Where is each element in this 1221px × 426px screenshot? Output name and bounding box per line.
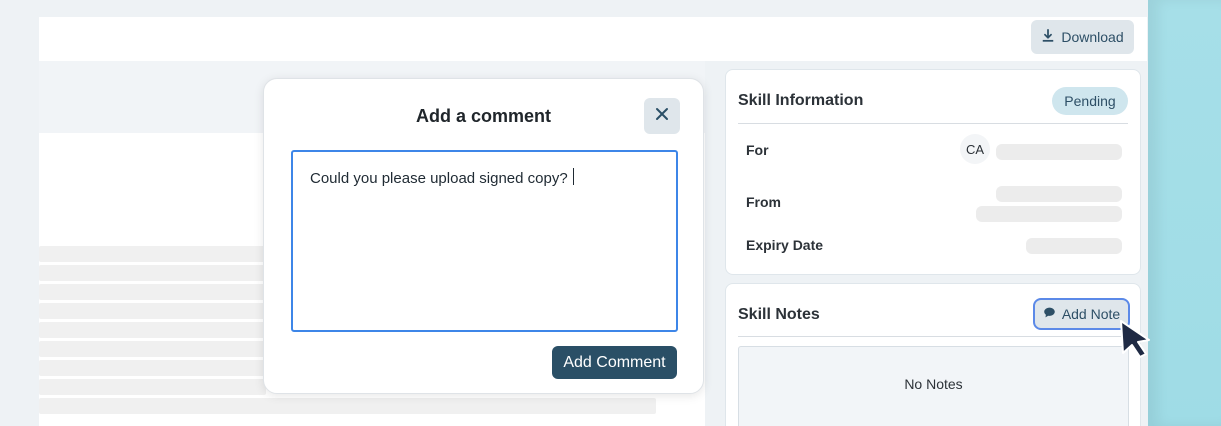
download-button[interactable]: Download	[1031, 20, 1134, 54]
for-label: For	[746, 142, 769, 158]
right-gutter	[1148, 0, 1221, 426]
preview-placeholder-line	[39, 360, 266, 376]
comment-textarea[interactable]: Could you please upload signed copy?	[291, 150, 678, 332]
close-icon	[654, 106, 670, 127]
card-divider	[738, 123, 1128, 124]
from-value-skeleton-line1	[996, 186, 1122, 202]
notes-list: No Notes	[738, 346, 1129, 426]
status-badge: Pending	[1052, 87, 1128, 115]
comment-textarea-value: Could you please upload signed copy?	[310, 168, 574, 187]
card-divider	[738, 336, 1128, 337]
comment-icon	[1043, 306, 1056, 322]
modal-title: Add a comment	[415, 106, 552, 126]
toolbar	[39, 17, 1147, 61]
add-note-label: Add Note	[1061, 306, 1121, 322]
add-note-button[interactable]: Add Note	[1033, 298, 1130, 330]
app-window: Download Skill Information Pending For C…	[0, 0, 1221, 426]
skill-information-title: Skill Information	[738, 92, 864, 109]
preview-placeholder-line	[39, 379, 266, 395]
avatar: CA	[960, 134, 990, 164]
preview-placeholder-line	[39, 265, 266, 281]
preview-placeholder-line	[39, 322, 266, 338]
preview-placeholder-line	[39, 303, 266, 319]
close-modal-button[interactable]	[644, 98, 680, 134]
from-value-skeleton-line2	[976, 206, 1122, 222]
preview-placeholder-line	[39, 341, 266, 357]
preview-placeholder-line	[39, 284, 266, 300]
comment-text: Could you please upload signed copy?	[310, 170, 572, 187]
skill-notes-title: Skill Notes	[738, 306, 820, 323]
download-label: Download	[1061, 29, 1124, 45]
from-label: From	[746, 194, 781, 210]
download-icon	[1041, 28, 1055, 46]
skill-information-card: Skill Information Pending For CA From Ex…	[725, 69, 1141, 275]
add-comment-button[interactable]: Add Comment	[552, 346, 677, 379]
add-comment-modal: Add a comment Could you please upload si…	[263, 78, 704, 394]
for-value-skeleton	[996, 144, 1122, 160]
preview-placeholder-line	[39, 246, 266, 262]
preview-placeholder-line	[39, 398, 656, 414]
mouse-pointer-icon	[1119, 319, 1153, 359]
expiry-date-label: Expiry Date	[746, 237, 824, 253]
text-caret	[572, 168, 574, 185]
empty-notes-text: No Notes	[904, 376, 963, 392]
expiry-date-skeleton	[1026, 238, 1122, 254]
